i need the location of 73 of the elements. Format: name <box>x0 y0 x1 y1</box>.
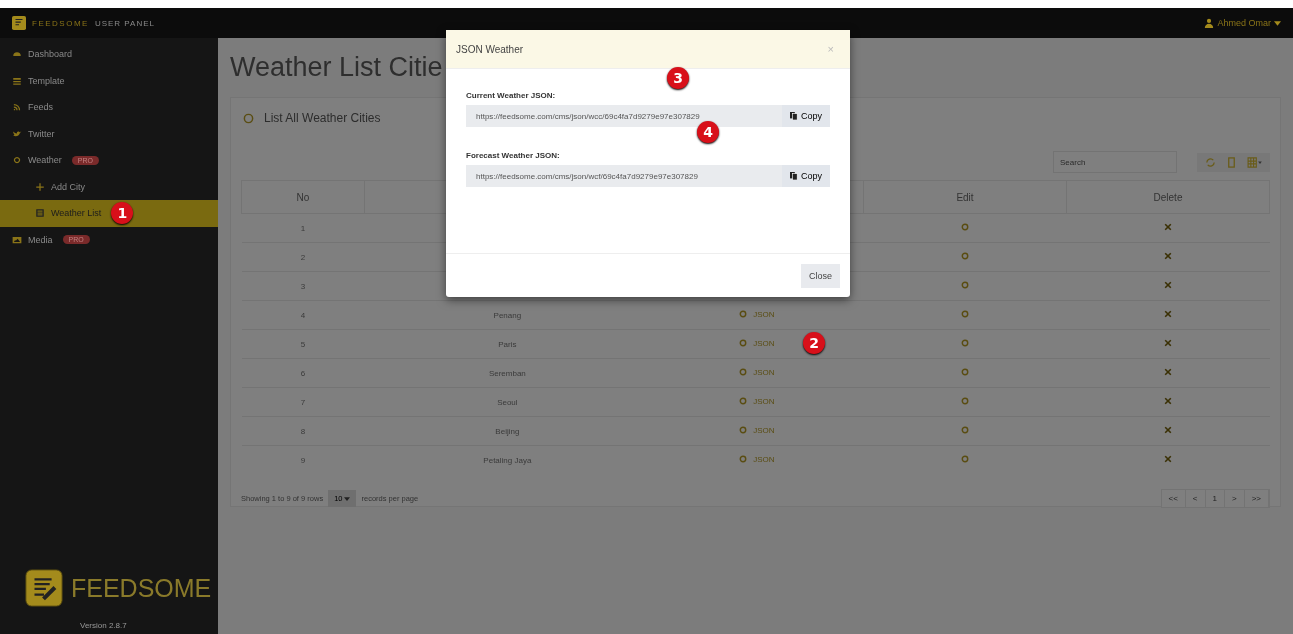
url-field[interactable]: https://feedsome.com/cms/json/wcc/69c4fa7d9279e97e307829 Copy <box>466 105 830 127</box>
image-icon <box>12 234 22 245</box>
delete-icon[interactable] <box>1164 397 1172 405</box>
column-header: Edit <box>863 180 1067 214</box>
field-label: Current Weather JSON: <box>466 91 557 100</box>
caret-icon <box>344 496 351 501</box>
field-label: Forecast Weather JSON: <box>466 151 561 160</box>
edit-icon[interactable] <box>961 223 969 231</box>
version-text: Version 2.8.7 <box>80 621 128 630</box>
delete-icon[interactable] <box>1164 339 1172 347</box>
close-button[interactable]: Close <box>801 263 840 288</box>
notepad-icon <box>25 569 63 607</box>
url-field[interactable]: https://feedsome.com/cms/json/wcf/69c4fa7d9279e97e307829 Copy <box>466 165 830 187</box>
table-cell: 4 <box>241 300 365 330</box>
copy-icon <box>790 172 798 180</box>
step-marker: 2 <box>803 332 826 354</box>
page-title: Weather List Citie <box>230 52 443 83</box>
table-cell: Beijing <box>495 426 520 436</box>
caret-icon <box>1274 20 1281 26</box>
delete-icon[interactable] <box>1164 455 1172 463</box>
user-icon <box>1204 18 1215 28</box>
copy-icon <box>790 112 798 120</box>
panel-title: List All Weather Cities <box>264 111 381 125</box>
modal-title: JSON Weather <box>456 43 524 55</box>
brand-name: FEEDSOME <box>32 18 89 28</box>
edit-icon[interactable] <box>961 397 969 405</box>
sidebar-item[interactable]: Twitter <box>0 120 218 147</box>
copy-button[interactable]: Copy <box>782 165 830 187</box>
user-menu[interactable]: Ahmed Omar <box>1204 18 1281 28</box>
edit-icon[interactable] <box>961 368 969 376</box>
feed-icon <box>12 102 22 113</box>
sidebar-item[interactable]: Dashboard <box>0 41 218 68</box>
step-marker: 4 <box>697 121 719 143</box>
notepad-icon <box>12 16 26 30</box>
delete-icon[interactable] <box>1164 252 1172 260</box>
step-marker: 3 <box>667 67 689 89</box>
brand-subtitle: USER PANEL <box>94 18 155 28</box>
table-cell: Seremban <box>488 368 526 378</box>
circle-icon <box>243 112 254 124</box>
template-icon <box>12 75 22 86</box>
delete-icon[interactable] <box>1164 281 1172 289</box>
edit-icon[interactable] <box>961 252 969 260</box>
edit-icon[interactable] <box>961 426 969 434</box>
edit-icon[interactable] <box>961 455 969 463</box>
sidebar-item[interactable]: Feeds <box>0 94 218 121</box>
pagination-button[interactable]: >> <box>1244 490 1269 507</box>
table-cell: Paris <box>498 339 517 349</box>
column-header: Delete <box>1066 180 1270 214</box>
table-cell: Petaling Jaya <box>483 455 532 465</box>
columns-icon[interactable] <box>1226 156 1237 168</box>
sidebar-item[interactable]: Template <box>0 67 218 94</box>
delete-icon[interactable] <box>1164 426 1172 434</box>
edit-icon[interactable] <box>961 281 969 289</box>
list-icon <box>35 208 45 219</box>
sidebar-subitem[interactable]: Weather List 1 <box>0 200 218 227</box>
table-cell: 2 <box>241 242 365 272</box>
table-cell: Penang <box>493 310 522 320</box>
delete-icon[interactable] <box>1164 368 1172 376</box>
search-field[interactable]: Search <box>1053 151 1177 173</box>
delete-icon[interactable] <box>1164 310 1172 318</box>
delete-icon[interactable] <box>1164 223 1172 231</box>
step-marker: 1 <box>111 202 134 225</box>
refresh-icon[interactable] <box>1205 156 1216 168</box>
logo-text: FEEDSOME <box>71 573 212 603</box>
table-cell: Seoul <box>497 397 518 407</box>
grid-icon[interactable] <box>1247 156 1262 168</box>
edit-icon[interactable] <box>961 339 969 347</box>
pagination-button[interactable]: << <box>1161 490 1186 507</box>
edit-icon[interactable] <box>961 310 969 318</box>
sidebar-subitem[interactable]: Add City <box>0 173 218 200</box>
column-header: No <box>241 180 365 214</box>
copy-button[interactable]: Copy <box>782 105 830 127</box>
plus-icon <box>35 181 45 192</box>
